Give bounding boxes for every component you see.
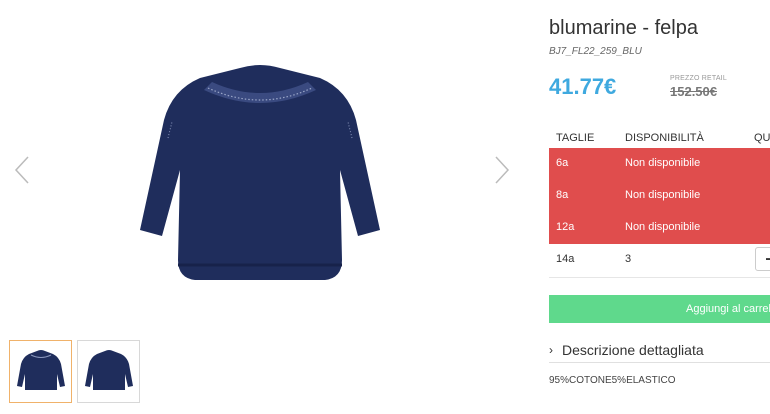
gallery-prev-button[interactable] bbox=[12, 150, 32, 190]
header-size: TAGLIE bbox=[556, 132, 595, 144]
header-quantity: QU bbox=[754, 132, 770, 144]
add-to-cart-label: Aggiungi al carrello bbox=[686, 303, 770, 315]
add-to-cart-button[interactable]: Aggiungi al carrello bbox=[549, 295, 770, 323]
availability-status: Non disponibile bbox=[625, 157, 701, 169]
size-label: 6a bbox=[556, 157, 569, 169]
size-label: 8a bbox=[556, 189, 569, 201]
product-main-image bbox=[140, 65, 380, 280]
product-title: blumarine - felpa bbox=[549, 17, 698, 39]
size-table: TAGLIE DISPONIBILITÀ QU 6a Non disponibi… bbox=[549, 130, 770, 278]
size-label: 12a bbox=[556, 221, 575, 233]
size-row-12a: 12a Non disponibile bbox=[549, 212, 770, 244]
thumbnail-image bbox=[84, 349, 133, 390]
availability-count: 3 bbox=[625, 253, 632, 265]
chevron-left-icon bbox=[14, 156, 29, 184]
product-price: 41.77€ bbox=[549, 74, 617, 99]
description-toggle-label: Descrizione dettagliata bbox=[562, 342, 704, 358]
header-availability: DISPONIBILITÀ bbox=[625, 132, 704, 144]
product-sku: BJ7_FL22_259_BLU bbox=[549, 46, 642, 57]
size-row-14a: 14a 3 - bbox=[549, 244, 770, 278]
chevron-right-icon bbox=[495, 156, 510, 184]
retail-price: 152.50€ bbox=[670, 84, 717, 99]
retail-price-label: PREZZO RETAIL bbox=[670, 75, 727, 82]
gallery-next-button[interactable] bbox=[492, 150, 512, 190]
product-info: blumarine - felpa BJ7_FL22_259_BLU 41.77… bbox=[549, 0, 770, 414]
size-row-8a: 8a Non disponibile bbox=[549, 180, 770, 212]
description-toggle[interactable]: › Descrizione dettagliata bbox=[549, 342, 770, 363]
size-row-6a: 6a Non disponibile bbox=[549, 148, 770, 180]
product-gallery bbox=[0, 0, 530, 414]
availability-status: Non disponibile bbox=[625, 221, 701, 233]
chevron-right-icon: › bbox=[549, 343, 553, 357]
gallery-thumbnail-1[interactable] bbox=[9, 340, 72, 403]
gallery-thumbnail-2[interactable] bbox=[77, 340, 140, 403]
description-text: 95%COTONE5%ELASTICO bbox=[549, 375, 676, 386]
thumbnail-image bbox=[16, 349, 65, 390]
quantity-decrement-button[interactable]: - bbox=[755, 247, 770, 271]
size-table-header: TAGLIE DISPONIBILITÀ QU bbox=[549, 130, 770, 148]
size-label: 14a bbox=[556, 253, 575, 265]
availability-status: Non disponibile bbox=[625, 189, 701, 201]
